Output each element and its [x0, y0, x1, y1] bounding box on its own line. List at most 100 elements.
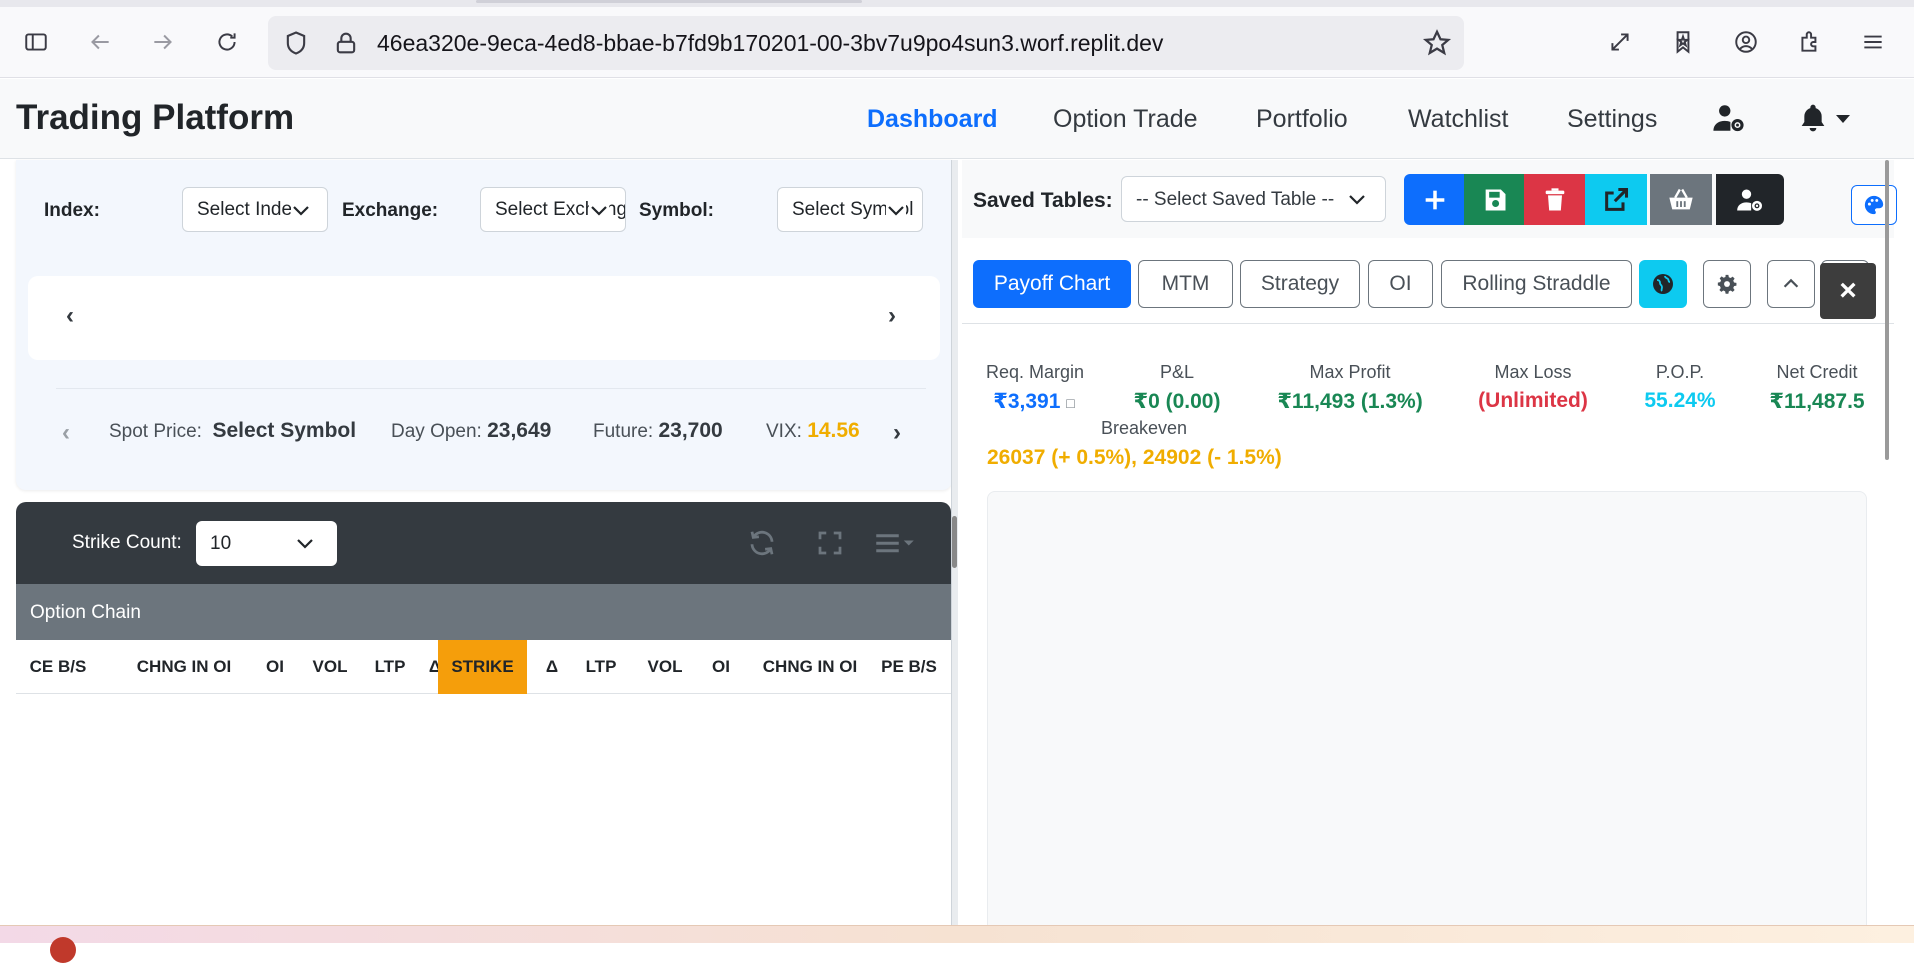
plus-icon: [1425, 190, 1445, 209]
col-strike[interactable]: STRIKE: [438, 640, 527, 694]
chevron-down-icon: [291, 200, 311, 220]
lock-icon[interactable]: [332, 29, 360, 57]
theme-button[interactable]: [1851, 185, 1897, 225]
tab-strategy[interactable]: Strategy: [1240, 260, 1360, 308]
col-pe-bs[interactable]: PE B/S: [867, 640, 951, 694]
tab-rolling-straddle[interactable]: Rolling Straddle: [1441, 260, 1632, 308]
taskbar-strip: [0, 925, 1914, 963]
day-open-value: 23,649: [487, 419, 552, 442]
vix: VIX: 14.56: [766, 419, 860, 442]
back-icon[interactable]: [82, 24, 118, 60]
fullscreen-icon[interactable]: [1602, 24, 1638, 60]
chevron-down-icon: [886, 200, 906, 220]
gear-icon: [1717, 274, 1737, 294]
url-text[interactable]: 46ea320e-9eca-4ed8-bbae-b7fd9b170201-00-…: [377, 30, 1163, 57]
nav-settings[interactable]: Settings: [1567, 105, 1657, 134]
exchange-select[interactable]: Select Exchange: [480, 187, 626, 232]
chevron-down-icon[interactable]: [1836, 115, 1850, 123]
req-margin-value: ₹3,391 □: [993, 390, 1075, 413]
close-icon[interactable]: ×: [1820, 263, 1876, 319]
option-chain-toolbar: Strike Count: 10: [16, 502, 951, 584]
browser-toolbar: 46ea320e-9eca-4ed8-bbae-b7fd9b170201-00-…: [0, 0, 1914, 78]
save-table-button[interactable]: [1464, 174, 1526, 225]
pop-value: 55.24%: [1644, 389, 1716, 412]
index-select[interactable]: Select Index: [182, 187, 328, 232]
symbol-label: Symbol:: [639, 200, 714, 221]
index-carousel: ‹ ›: [28, 276, 940, 360]
brand-title[interactable]: Trading Platform: [16, 98, 294, 138]
tab-oi[interactable]: OI: [1368, 260, 1433, 308]
collapse-button[interactable]: [1767, 260, 1815, 308]
carousel-prev-button[interactable]: ‹: [66, 302, 74, 330]
breakeven-label: Breakeven: [1101, 418, 1188, 438]
reload-icon[interactable]: [209, 24, 245, 60]
chart-settings-button[interactable]: [1703, 260, 1751, 308]
saved-table-select[interactable]: -- Select Saved Table --: [1121, 176, 1386, 222]
forward-icon[interactable]: [145, 24, 181, 60]
palette-icon: [1864, 195, 1884, 215]
strike-count-select[interactable]: 10: [196, 521, 337, 566]
bell-icon[interactable]: [1797, 102, 1829, 134]
globe-icon: [1653, 274, 1673, 294]
globe-button[interactable]: [1639, 260, 1687, 308]
export-button[interactable]: [1585, 174, 1647, 225]
breakeven-value: 26037 (+ 0.5%), 24902 (- 1.5%): [987, 446, 1282, 469]
option-chain-header: Option Chain: [16, 584, 951, 640]
account-icon[interactable]: [1728, 24, 1764, 60]
bookmarks-icon[interactable]: [1665, 24, 1701, 60]
pnl: P&L ₹0 (0.00): [1127, 362, 1227, 414]
user-settings-button[interactable]: [1716, 174, 1784, 225]
sidebar-toggle-icon[interactable]: [18, 24, 54, 60]
divider: [962, 323, 1894, 324]
extensions-icon[interactable]: [1792, 24, 1828, 60]
user-cog-icon: [1737, 189, 1763, 211]
future-value: 23,700: [658, 419, 723, 442]
trash-icon: [1545, 187, 1565, 210]
col-ce-chng-in-oi[interactable]: CHNG IN OI: [100, 640, 268, 694]
add-table-button[interactable]: [1404, 174, 1466, 225]
nav-portfolio[interactable]: Portfolio: [1256, 105, 1348, 134]
expand-icon[interactable]: [815, 528, 845, 558]
menu-icon[interactable]: [1855, 24, 1891, 60]
pnl-value: ₹0 (0.00): [1133, 390, 1221, 413]
exchange-label: Exchange:: [342, 200, 439, 221]
info-next-button[interactable]: ›: [893, 419, 901, 447]
info-prev-button[interactable]: ‹: [62, 419, 70, 447]
payoff-chart-area[interactable]: [987, 491, 1867, 943]
nav-dashboard[interactable]: Dashboard: [867, 105, 998, 134]
max-loss: Max Loss (Unlimited): [1470, 362, 1596, 413]
external-link-icon: [1605, 187, 1629, 211]
tab-payoff-chart[interactable]: Payoff Chart: [973, 260, 1131, 308]
tab-strip: [0, 0, 1914, 7]
max-profit: Max Profit ₹11,493 (1.3%): [1270, 362, 1430, 414]
index-label: Index:: [44, 200, 100, 221]
carousel-next-button[interactable]: ›: [888, 302, 896, 330]
chevron-up-icon: [1783, 278, 1799, 288]
basket-button[interactable]: [1650, 174, 1712, 225]
splitter-handle[interactable]: [952, 516, 957, 568]
symbol-select[interactable]: Select Symbol: [777, 187, 923, 232]
nav-watchlist[interactable]: Watchlist: [1408, 105, 1508, 134]
address-bar[interactable]: 46ea320e-9eca-4ed8-bbae-b7fd9b170201-00-…: [268, 16, 1464, 70]
app-icon[interactable]: [50, 937, 76, 963]
scrollbar[interactable]: [1885, 160, 1889, 460]
divider: [56, 388, 926, 389]
chevron-down-icon: [589, 200, 609, 220]
delete-table-button[interactable]: [1524, 174, 1586, 225]
bookmark-star-icon[interactable]: [1422, 28, 1452, 58]
option-chain-title: Option Chain: [30, 602, 141, 623]
tab-mtm[interactable]: MTM: [1138, 260, 1233, 308]
col-ce-bs[interactable]: CE B/S: [16, 640, 100, 694]
user-cog-icon[interactable]: [1712, 101, 1746, 135]
req-margin: Req. Margin ₹3,391 □: [986, 362, 1085, 413]
shield-icon[interactable]: [282, 29, 310, 57]
refresh-icon[interactable]: [747, 528, 777, 558]
info-square-icon[interactable]: □: [1066, 395, 1074, 411]
spot-price-value: Select Symbol: [212, 419, 357, 442]
saved-tables-label: Saved Tables:: [973, 189, 1113, 212]
floppy-icon: [1485, 189, 1506, 210]
chevron-down-icon: [297, 539, 313, 549]
nav-option-trade[interactable]: Option Trade: [1053, 105, 1198, 134]
vix-value: 14.56: [807, 419, 860, 442]
list-menu-icon[interactable]: [873, 528, 917, 558]
